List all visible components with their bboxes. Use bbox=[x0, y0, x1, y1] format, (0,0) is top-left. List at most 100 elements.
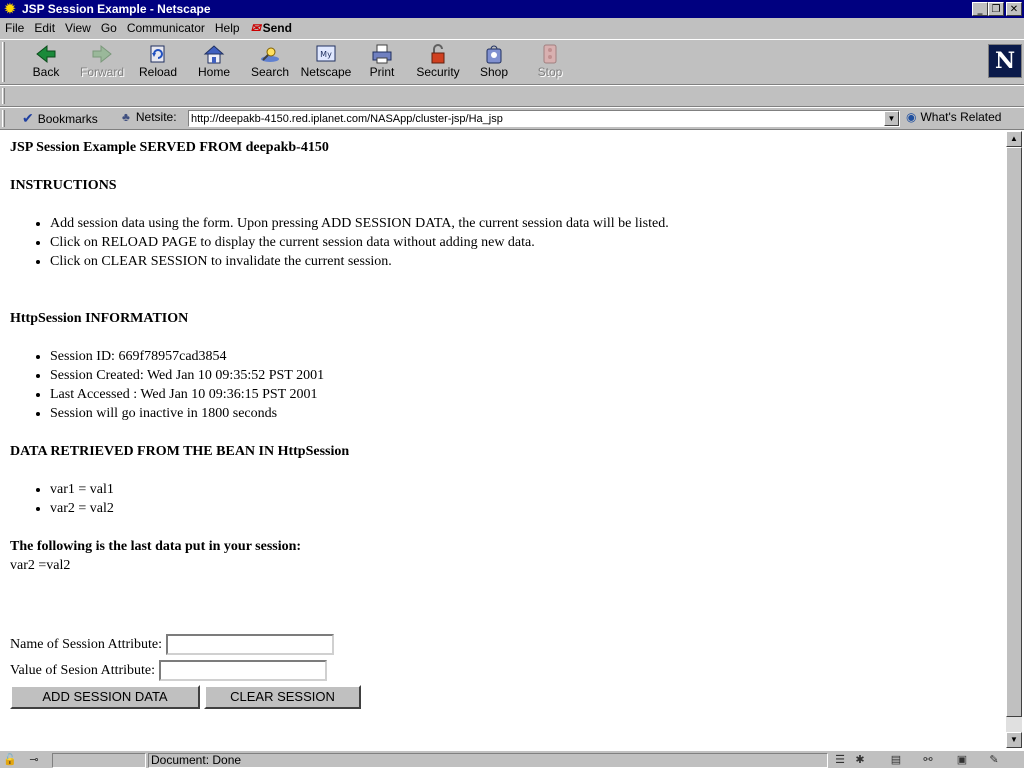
list-item: Last Accessed : Wed Jan 10 09:36:15 PST … bbox=[50, 385, 1000, 404]
value-attribute-row: Value of Sesion Attribute: bbox=[10, 660, 328, 681]
home-icon bbox=[203, 45, 225, 64]
bookmarks-icon: ✔ bbox=[22, 110, 34, 126]
navigation-toolbar: Back Forward Reload Home Search My Netsc… bbox=[0, 39, 1024, 85]
list-item: Click on CLEAR SESSION to invalidate the… bbox=[50, 252, 1000, 271]
page-body: JSP Session Example SERVED FROM deepakb-… bbox=[10, 138, 1000, 575]
list-item: Click on RELOAD PAGE to display the curr… bbox=[50, 233, 1000, 252]
page-proxy-icon[interactable]: ♣ bbox=[122, 110, 130, 124]
edit-component-icon[interactable]: ✎ bbox=[986, 753, 1002, 767]
personal-toolbar-grip[interactable] bbox=[2, 88, 5, 104]
reload-button[interactable]: Reload bbox=[130, 43, 186, 83]
address-book-component-icon[interactable]: ▣ bbox=[954, 753, 970, 767]
forward-label: Forward bbox=[79, 65, 124, 79]
print-button[interactable]: Print bbox=[354, 43, 410, 83]
value-attribute-input[interactable] bbox=[159, 660, 328, 681]
list-item: Session ID: 669f78957cad3854 bbox=[50, 347, 1000, 366]
netscape-app-icon[interactable]: ✹ bbox=[2, 1, 18, 17]
whats-related-label: What's Related bbox=[920, 110, 1002, 124]
name-attribute-input[interactable] bbox=[166, 634, 335, 655]
list-item: var1 = val1 bbox=[50, 480, 1000, 499]
page-viewport: JSP Session Example SERVED FROM deepakb-… bbox=[0, 129, 1024, 750]
maximize-button[interactable]: ❐ bbox=[988, 2, 1004, 16]
printer-icon bbox=[372, 44, 392, 64]
menu-view[interactable]: View bbox=[60, 21, 96, 35]
security-button[interactable]: Security bbox=[410, 43, 466, 83]
page-heading: JSP Session Example SERVED FROM deepakb-… bbox=[10, 140, 329, 155]
reload-label: Reload bbox=[138, 65, 178, 79]
close-button[interactable]: ✕ bbox=[1006, 2, 1022, 16]
personal-toolbar bbox=[0, 85, 1024, 107]
location-toolbar-grip[interactable] bbox=[2, 110, 5, 127]
discussions-component-icon[interactable]: ⚯ bbox=[920, 753, 936, 767]
status-bar: 🔓 ⊸ Document: Done ☰ ✱ ▤ ⚯ ▣ ✎ bbox=[0, 750, 1024, 768]
scroll-thumb[interactable] bbox=[1006, 147, 1022, 717]
window-controls: _ ❐ ✕ bbox=[972, 2, 1022, 16]
print-label: Print bbox=[369, 65, 395, 79]
httpsession-heading: HttpSession INFORMATION bbox=[10, 311, 189, 326]
bean-data-list: var1 = val1 var2 = val2 bbox=[10, 480, 1000, 518]
value-attribute-label: Value of Sesion Attribute: bbox=[10, 662, 156, 678]
instructions-heading: INSTRUCTIONS bbox=[10, 178, 117, 193]
menu-edit[interactable]: Edit bbox=[29, 21, 60, 35]
list-item: var2 = val2 bbox=[50, 499, 1000, 518]
instructions-list: Add session data using the form. Upon pr… bbox=[10, 214, 1000, 271]
stop-button[interactable]: Stop bbox=[522, 43, 578, 83]
reload-icon bbox=[150, 45, 165, 63]
search-button[interactable]: Search bbox=[242, 43, 298, 83]
session-info-list: Session ID: 669f78957cad3854 Session Cre… bbox=[10, 347, 1000, 423]
bean-data-heading: DATA RETRIEVED FROM THE BEAN IN HttpSess… bbox=[10, 444, 350, 459]
window-title: JSP Session Example - Netscape bbox=[22, 2, 211, 16]
composer-component-icon[interactable]: ▤ bbox=[888, 753, 904, 767]
shop-label: Shop bbox=[479, 65, 509, 79]
mail-component-icon[interactable]: ✱ bbox=[852, 753, 868, 767]
name-attribute-row: Name of Session Attribute: bbox=[10, 634, 335, 655]
list-item: Session will go inactive in 1800 seconds bbox=[50, 404, 1000, 423]
toolbar-grip[interactable] bbox=[2, 42, 5, 82]
navigator-component-icon[interactable]: ☰ bbox=[832, 753, 848, 767]
connection-status-icon: ⊸ bbox=[29, 754, 39, 766]
menu-help[interactable]: Help bbox=[210, 21, 245, 35]
menu-send[interactable]: ✉ Send bbox=[245, 21, 292, 35]
menu-go[interactable]: Go bbox=[96, 21, 122, 35]
netsite-label: Netsite: bbox=[135, 110, 177, 124]
forward-button[interactable]: Forward bbox=[74, 43, 130, 83]
security-label: Security bbox=[416, 65, 460, 79]
back-arrow-icon bbox=[36, 44, 56, 64]
bookmarks-button[interactable]: ✔ Bookmarks bbox=[22, 110, 98, 127]
menu-bar: File Edit View Go Communicator Help ✉ Se… bbox=[0, 18, 1024, 38]
minimize-button[interactable]: _ bbox=[972, 2, 988, 16]
netscape-logo[interactable]: N bbox=[988, 44, 1022, 78]
location-toolbar: ✔ Bookmarks ♣ Netsite: ▼ ◉ What's Relate… bbox=[0, 107, 1024, 129]
last-data-value: var2 =val2 bbox=[10, 558, 71, 573]
menu-send-label: Send bbox=[262, 21, 292, 35]
shopping-bag-icon bbox=[486, 45, 502, 64]
stop-icon bbox=[543, 44, 557, 64]
scroll-down-button[interactable]: ▼ bbox=[1006, 732, 1022, 748]
search-label: Search bbox=[250, 65, 290, 79]
menu-communicator[interactable]: Communicator bbox=[122, 21, 210, 35]
vertical-scrollbar[interactable]: ▲ ▼ bbox=[1006, 131, 1022, 748]
my-netscape-icon: My bbox=[316, 45, 336, 62]
menu-file[interactable]: File bbox=[0, 21, 29, 35]
url-input[interactable] bbox=[189, 112, 883, 126]
padlock-icon bbox=[431, 44, 445, 64]
progress-panel bbox=[52, 753, 146, 768]
search-icon bbox=[261, 47, 279, 62]
whats-related-button[interactable]: ◉ What's Related bbox=[906, 110, 1001, 124]
netscape-button[interactable]: My Netscape bbox=[298, 43, 354, 83]
list-item: Session Created: Wed Jan 10 09:35:52 PST… bbox=[50, 366, 1000, 385]
shop-button[interactable]: Shop bbox=[466, 43, 522, 83]
security-status-icon[interactable]: 🔓 bbox=[2, 753, 18, 767]
scroll-up-button[interactable]: ▲ bbox=[1006, 131, 1022, 147]
url-dropdown-button[interactable]: ▼ bbox=[884, 111, 899, 126]
forward-arrow-icon bbox=[92, 44, 112, 64]
url-field[interactable]: ▼ bbox=[188, 110, 900, 127]
add-session-data-button[interactable]: ADD SESSION DATA bbox=[10, 685, 200, 709]
back-label: Back bbox=[32, 65, 60, 79]
clear-session-button[interactable]: CLEAR SESSION bbox=[204, 685, 361, 709]
stop-label: Stop bbox=[537, 65, 563, 79]
home-button[interactable]: Home bbox=[186, 43, 242, 83]
list-item: Add session data using the form. Upon pr… bbox=[50, 214, 1000, 233]
whats-related-icon: ◉ bbox=[906, 110, 917, 124]
back-button[interactable]: Back bbox=[18, 43, 74, 83]
